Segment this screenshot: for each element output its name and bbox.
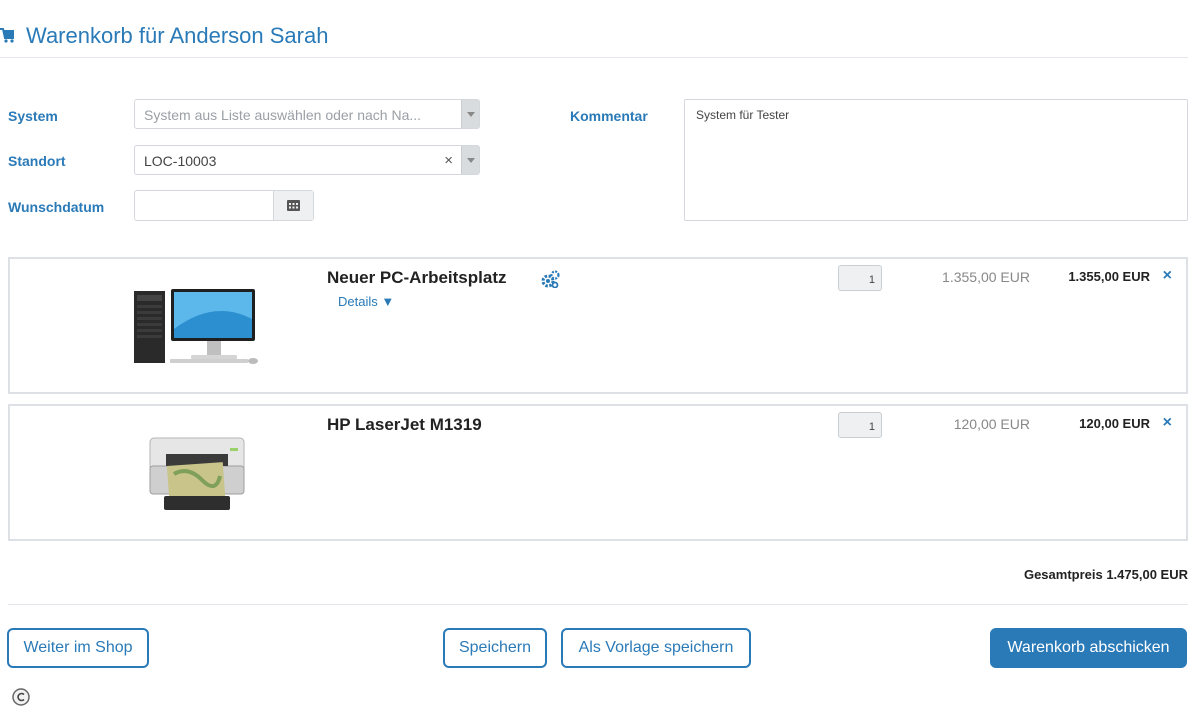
submit-cart-button[interactable]: Warenkorb abschicken bbox=[990, 628, 1187, 668]
kommentar-label: Kommentar bbox=[570, 108, 648, 124]
copyright-icon bbox=[12, 688, 30, 706]
item-name: Neuer PC-Arbeitsplatz bbox=[327, 268, 507, 287]
wunschdatum-label: Wunschdatum bbox=[8, 199, 105, 215]
chevron-down-icon[interactable] bbox=[461, 146, 479, 174]
details-link[interactable]: Details ▼ bbox=[338, 294, 394, 309]
printer-icon bbox=[149, 437, 245, 510]
system-select-placeholder: System aus Liste auswählen oder nach Na.… bbox=[144, 107, 422, 123]
system-select[interactable]: System aus Liste auswählen oder nach Na.… bbox=[134, 99, 480, 129]
page-header: Warenkorb für Anderson Sarah bbox=[0, 18, 1188, 58]
cart-item: Neuer PC-Arbeitsplatz Details ▼ 1 1.355,… bbox=[8, 257, 1188, 394]
calendar-button[interactable] bbox=[273, 191, 313, 220]
grand-total: Gesamtpreis 1.475,00 EUR bbox=[1023, 567, 1188, 582]
configure-gears-icon[interactable] bbox=[540, 270, 560, 288]
kommentar-textarea[interactable]: System für Tester bbox=[684, 99, 1188, 221]
save-as-template-button[interactable]: Als Vorlage speichern bbox=[561, 628, 751, 668]
save-button[interactable]: Speichern bbox=[443, 628, 547, 668]
total-price: 1.355,00 EUR bbox=[1068, 269, 1150, 284]
standort-select[interactable]: LOC-10003 × bbox=[134, 145, 480, 175]
quantity-input[interactable]: 1 bbox=[838, 412, 882, 438]
cart-item: HP LaserJet M1319 1 120,00 EUR 120,00 EU… bbox=[8, 404, 1188, 541]
item-name: HP LaserJet M1319 bbox=[327, 415, 482, 434]
cart-icon bbox=[0, 28, 14, 43]
divider bbox=[8, 604, 1188, 605]
total-price: 120,00 EUR bbox=[1079, 416, 1150, 431]
remove-item-button[interactable]: × bbox=[1163, 414, 1172, 432]
continue-shopping-button[interactable]: Weiter im Shop bbox=[7, 628, 149, 668]
pc-workstation-icon bbox=[134, 289, 258, 364]
system-label: System bbox=[8, 108, 58, 124]
remove-item-button[interactable]: × bbox=[1163, 267, 1172, 285]
clear-icon[interactable]: × bbox=[444, 152, 453, 169]
page-title: Warenkorb für Anderson Sarah bbox=[26, 23, 329, 48]
chevron-down-icon[interactable] bbox=[461, 100, 479, 128]
wunschdatum-input[interactable] bbox=[134, 190, 314, 221]
unit-price: 120,00 EUR bbox=[953, 416, 1030, 432]
quantity-input[interactable]: 1 bbox=[838, 265, 882, 291]
calendar-icon bbox=[287, 200, 300, 211]
unit-price: 1.355,00 EUR bbox=[942, 269, 1030, 285]
standort-label: Standort bbox=[8, 153, 66, 169]
standort-select-value: LOC-10003 bbox=[144, 153, 217, 169]
